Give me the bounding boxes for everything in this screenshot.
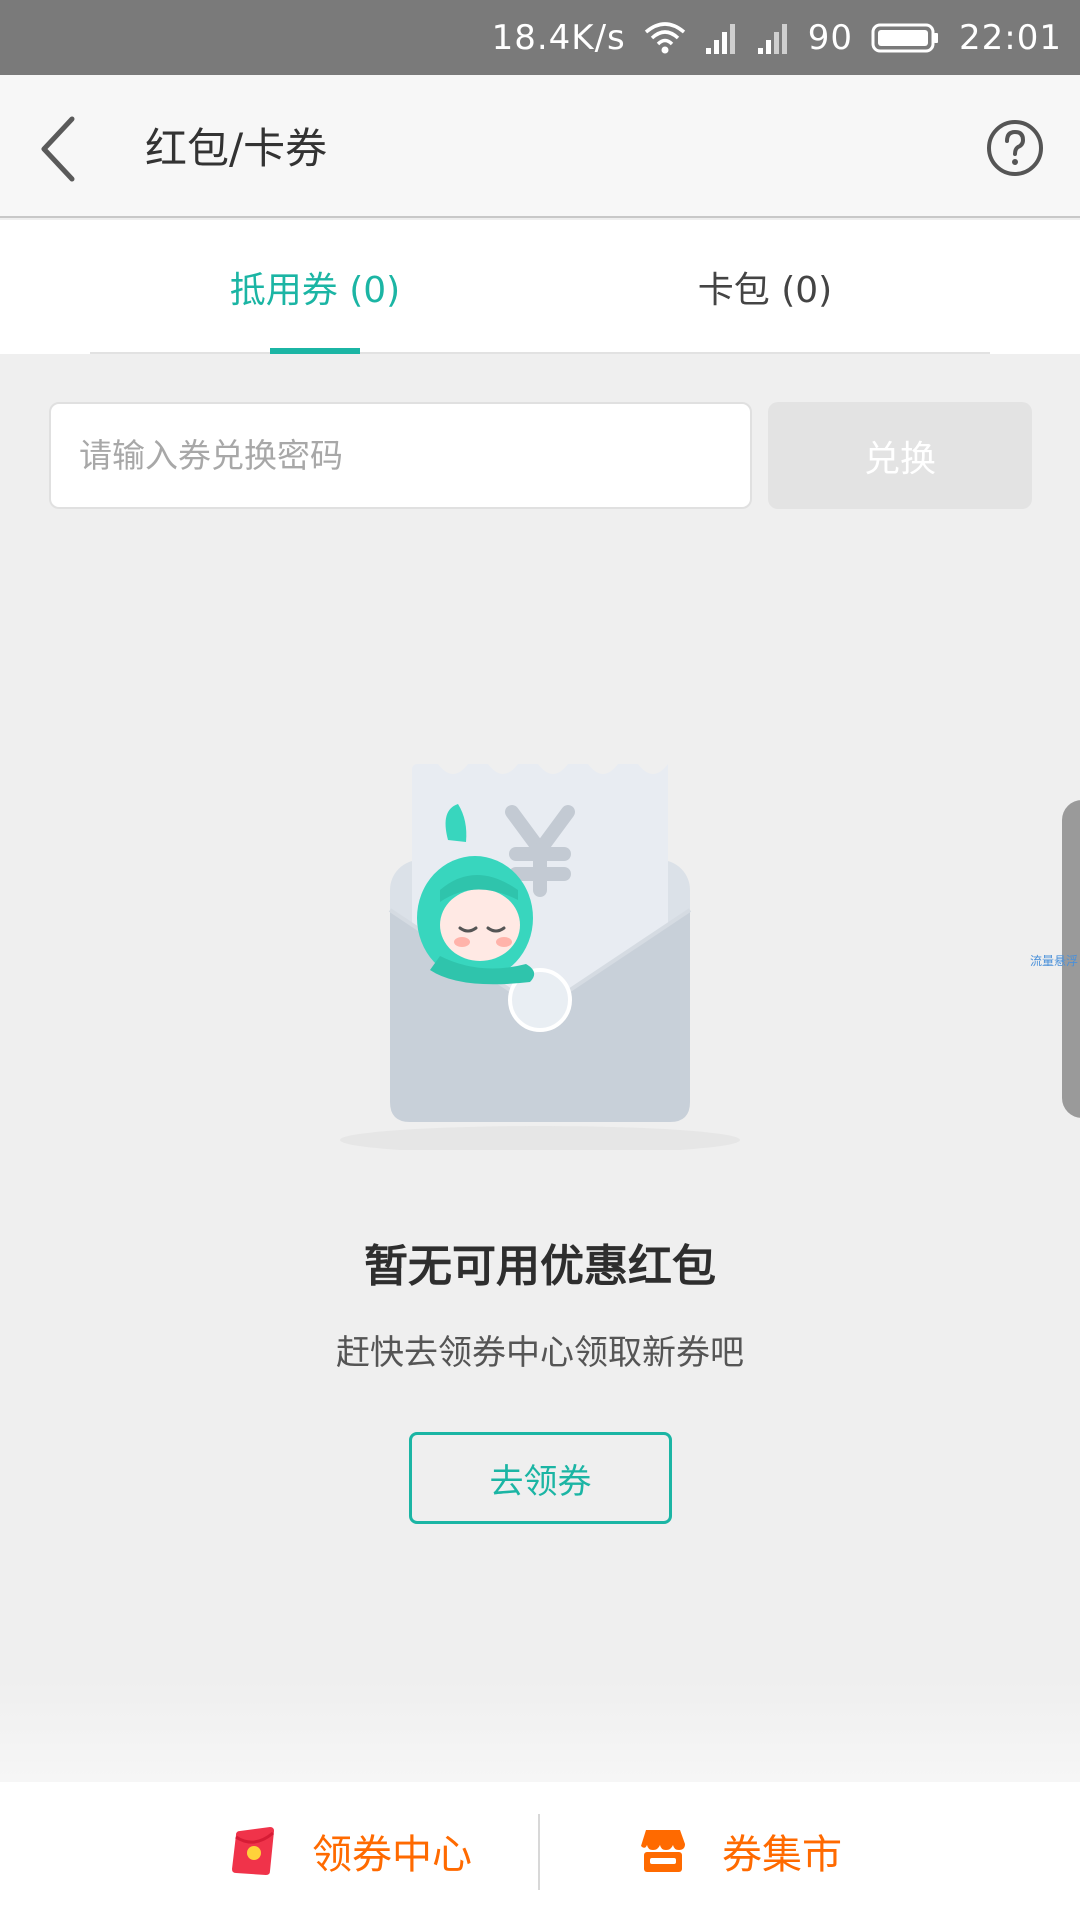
- get-coupon-button[interactable]: 去领券: [409, 1432, 672, 1524]
- tab-vouchers[interactable]: 抵用券 (0): [170, 220, 460, 354]
- coupon-center-label: 领券中心: [312, 1832, 472, 1878]
- coupon-code-input[interactable]: [49, 402, 752, 509]
- empty-state-subtitle: 赶快去领券中心领取新券吧: [336, 1333, 744, 1373]
- back-button[interactable]: [30, 111, 100, 187]
- help-button[interactable]: [985, 118, 1045, 178]
- help-circle-icon: [987, 120, 1043, 176]
- app-header: 红包/卡券: [0, 75, 1080, 218]
- tab-card-wallet[interactable]: 卡包 (0): [620, 220, 910, 354]
- clock: 22:01: [959, 17, 1062, 58]
- coupon-center-button[interactable]: 领券中心: [230, 1782, 472, 1920]
- battery-icon: [871, 21, 941, 55]
- bottom-divider: [538, 1814, 540, 1890]
- empty-state-title: 暂无可用优惠红包: [364, 1241, 716, 1292]
- active-tab-indicator: [270, 348, 360, 354]
- wifi-icon: [644, 20, 686, 56]
- coupon-market-label: 券集市: [722, 1832, 842, 1878]
- empty-envelope-icon: [290, 750, 790, 1154]
- coupon-market-button[interactable]: 券集市: [640, 1782, 842, 1920]
- battery-level: 90: [807, 17, 854, 58]
- side-handle-label: 流量悬浮: [1030, 954, 1079, 968]
- page-title: 红包/卡券: [145, 124, 328, 173]
- tab-bar: 抵用券 (0) 卡包 (0): [0, 220, 1080, 354]
- store-icon: [641, 1830, 685, 1872]
- signal-icon: [756, 20, 790, 56]
- tab-divider: [90, 352, 990, 354]
- signal-icon: [704, 20, 738, 56]
- red-packet-icon: [232, 1827, 274, 1875]
- bottom-fade: [0, 1680, 1080, 1782]
- status-bar: 18.4K/s 90 22:01: [0, 0, 1080, 75]
- network-speed: 18.4K/s: [491, 17, 626, 58]
- redeem-button[interactable]: 兑换: [768, 402, 1032, 509]
- bottom-bar: 领券中心 券集市: [0, 1782, 1080, 1920]
- chevron-left-icon: [41, 116, 75, 182]
